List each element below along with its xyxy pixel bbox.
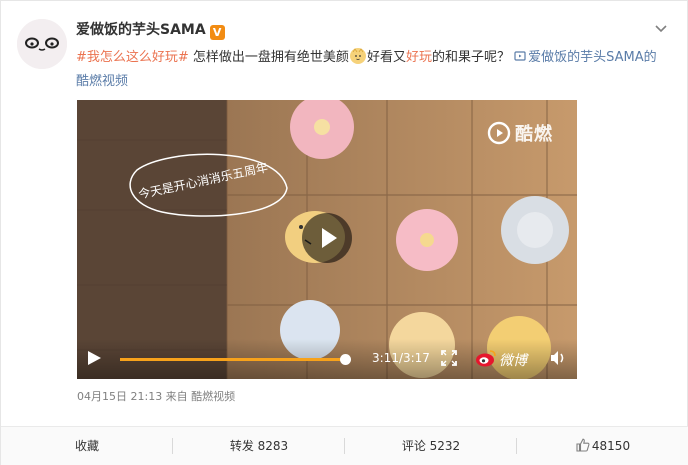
video-time: 3:11/3:17	[372, 351, 430, 365]
like-count: 48150	[591, 439, 631, 453]
video-link-icon	[514, 51, 526, 61]
fullscreen-icon[interactable]	[441, 350, 457, 366]
username[interactable]: 爱做饭的芋头SAMA V	[76, 19, 225, 40]
favorite-label: 收藏	[74, 439, 99, 453]
highlight-text: 好玩	[405, 50, 432, 65]
volume-icon[interactable]	[549, 349, 567, 367]
avatar-face-icon	[17, 19, 67, 69]
weibo-post-card: 爱做饭的芋头SAMA V #我怎么这么好玩# 怎样做出一盘拥有绝世美颜 好看又好玩的…	[0, 0, 688, 465]
chevron-down-icon[interactable]	[653, 21, 669, 37]
like-button[interactable]: 48150	[517, 427, 688, 465]
video-controls: 3:11/3:17 微博	[77, 339, 577, 379]
weibo-logo: 微博	[475, 348, 535, 370]
repost-button[interactable]: 转发 8283	[173, 427, 345, 465]
watermark-text: 酷燃	[515, 124, 553, 145]
progress-bar[interactable]	[120, 354, 352, 365]
post-meta: 04月15日 21:13 来自 酷燃视频	[77, 390, 236, 403]
play-icon[interactable]	[85, 349, 103, 367]
center-play-button[interactable]	[302, 213, 352, 263]
post-text-part2: 好看又	[366, 50, 406, 65]
weibo-logo-icon	[476, 350, 496, 367]
avatar[interactable]	[17, 19, 67, 69]
post-text-part1: 怎样做出一盘拥有绝世美颜	[188, 50, 349, 65]
favorite-button[interactable]: 收藏	[1, 427, 173, 465]
username-text[interactable]: 爱做饭的芋头SAMA	[76, 22, 206, 38]
progress-knob[interactable]	[340, 354, 352, 365]
video-player[interactable]: 酷燃 今天是开心消消乐五周年 3:11/3:17 微博	[77, 100, 577, 379]
comment-button[interactable]: 评论 5232	[345, 427, 517, 465]
comment-label: 评论 5232	[401, 439, 461, 453]
hashtag-link[interactable]: #我怎么这么好玩#	[76, 50, 189, 65]
repost-label: 转发 8283	[229, 439, 289, 453]
kuran-watermark: 酷燃	[487, 120, 553, 146]
verified-badge-icon: V	[209, 25, 225, 40]
post-text: #我怎么这么好玩# 怎样做出一盘拥有绝世美颜 好看又好玩的和果子呢？ 爱做饭的芋头…	[76, 46, 661, 94]
kuran-logo-icon	[487, 121, 511, 145]
progress-fill	[120, 358, 346, 361]
post-text-part3: 的和果子呢？	[431, 50, 510, 65]
action-bar: 收藏 转发 8283 评论 5232 48150	[1, 426, 688, 465]
thumbs-up-icon	[576, 438, 590, 452]
cat-face-emoji-icon	[349, 48, 366, 64]
play-circle-icon	[322, 228, 337, 248]
weibo-logo-text: 微博	[499, 353, 527, 369]
